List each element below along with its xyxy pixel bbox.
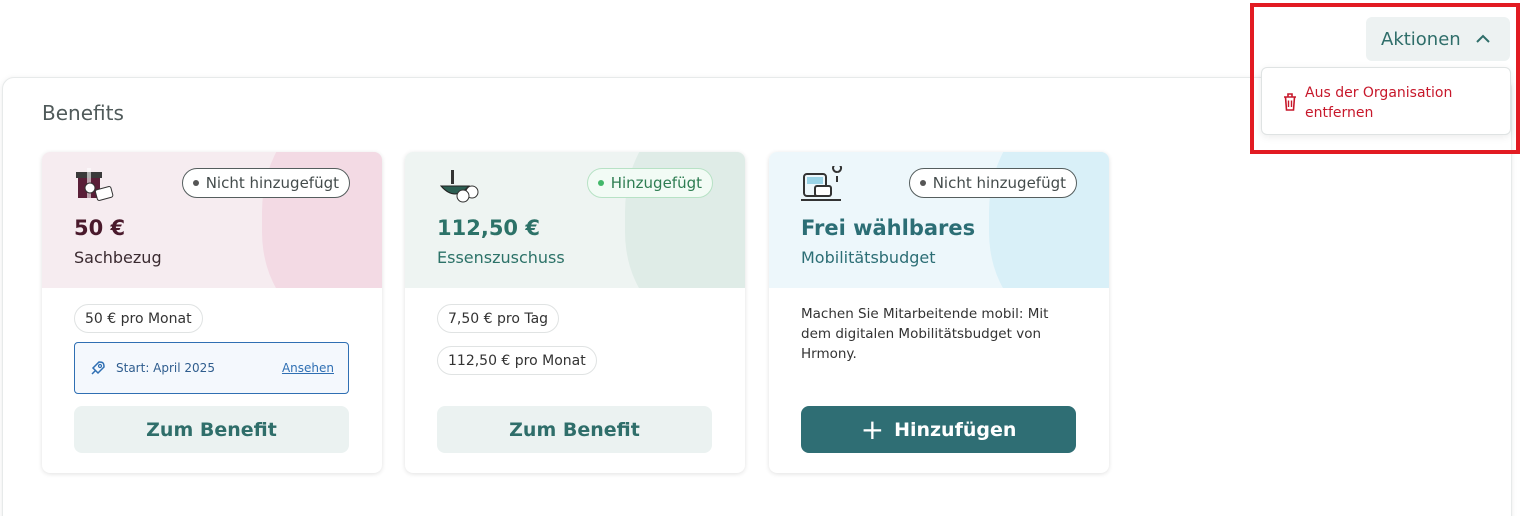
benefit-card-mobilitaetsbudget: Nicht hinzugefügt Frei wählbares Mobilit… [769, 152, 1109, 473]
benefit-amount: 50 € [74, 216, 126, 240]
benefit-name: Mobilitätsbudget [801, 248, 936, 267]
add-benefit-button[interactable]: + Hinzufügen [801, 406, 1076, 453]
highlight-frame [1250, 3, 1520, 154]
card-header: Hinzugefügt 112,50 € Essenszuschuss [405, 152, 745, 288]
card-header: Nicht hinzugefügt 50 € Sachbezug [42, 152, 382, 288]
food-bowl-icon [439, 170, 479, 203]
status-dot [919, 180, 926, 186]
status-dot [597, 180, 604, 186]
benefit-amount: Frei wählbares [801, 216, 976, 240]
status-dot [192, 180, 199, 186]
benefit-amount: 112,50 € [437, 216, 540, 240]
start-info-box: Start: April 2025 Ansehen [74, 342, 349, 394]
view-link[interactable]: Ansehen [282, 361, 334, 375]
status-badge: Nicht hinzugefügt [181, 168, 350, 198]
page: Benefits Nicht hinzugefügt 50 € Sachbezu… [0, 0, 1523, 516]
start-date-text: Start: April 2025 [116, 361, 215, 375]
rocket-icon [91, 361, 105, 375]
amount-chip: 7,50 € pro Tag [437, 304, 560, 333]
benefit-name: Sachbezug [74, 248, 162, 267]
benefit-description: Machen Sie Mitarbeitende mobil: Mit dem … [801, 306, 1049, 362]
amount-chip: 112,50 € pro Monat [437, 346, 597, 375]
gift-voucher-icon [76, 168, 114, 201]
plus-icon: + [860, 412, 885, 446]
amount-chip: 50 € pro Monat [74, 304, 203, 333]
benefit-name: Essenszuschuss [437, 248, 565, 267]
to-benefit-button[interactable]: Zum Benefit [437, 406, 712, 453]
card-header: Nicht hinzugefügt Frei wählbares Mobilit… [769, 152, 1109, 288]
mobility-icon [801, 166, 843, 201]
benefit-card-essenszuschuss: Hinzugefügt 112,50 € Essenszuschuss 7,50… [405, 152, 745, 473]
to-benefit-button[interactable]: Zum Benefit [74, 406, 349, 453]
status-badge: Hinzugefügt [586, 168, 713, 198]
benefit-card-sachbezug: Nicht hinzugefügt 50 € Sachbezug 50 € pr… [42, 152, 382, 473]
status-badge: Nicht hinzugefügt [908, 168, 1077, 198]
section-title: Benefits [42, 101, 124, 125]
